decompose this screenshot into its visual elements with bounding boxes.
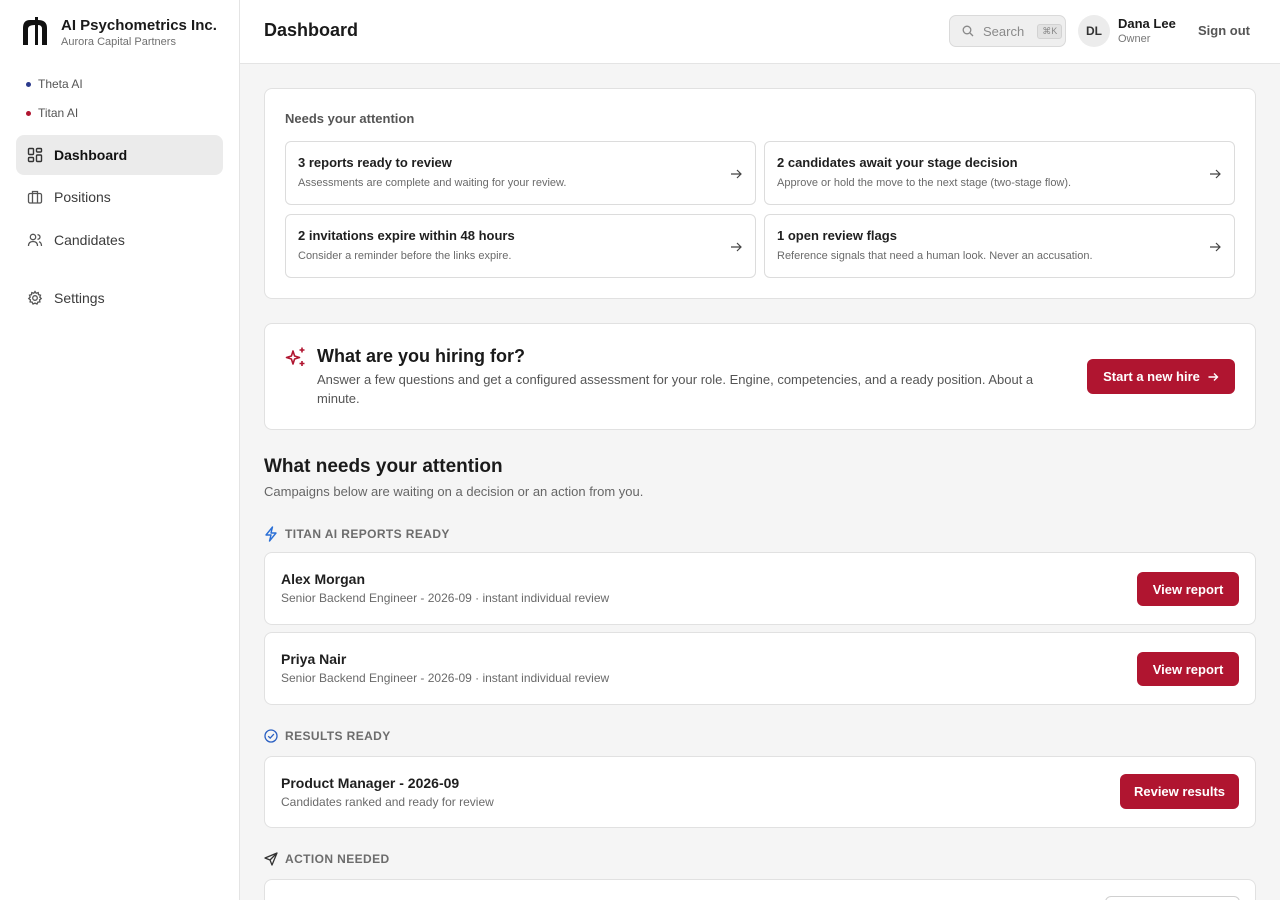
org-label: Theta AI — [38, 77, 83, 91]
candidate-meta: Senior Backend Engineer - 2026-09 · inst… — [281, 591, 610, 605]
group-header-titan-reports: TITAN AI REPORTS READY — [264, 526, 450, 542]
hire-title: What are you hiring for? — [317, 346, 526, 366]
tile-desc: Assessments are complete and waiting for… — [298, 177, 567, 189]
sidebar-item-label: Positions — [54, 189, 111, 205]
user-name: Dana Lee — [1118, 16, 1176, 31]
org-item-theta[interactable]: Theta AI — [26, 77, 83, 91]
brand-subtitle: Aurora Capital Partners — [61, 36, 176, 48]
sidebar-item-positions[interactable]: Positions — [16, 177, 223, 217]
lightning-icon — [265, 526, 277, 542]
check-circle-icon — [264, 729, 278, 743]
brand[interactable]: AI Psychometrics Inc. Aurora Capital Par… — [20, 16, 217, 48]
gear-icon — [27, 290, 43, 306]
tile-title: 3 reports ready to review — [298, 155, 452, 170]
arrow-right-icon — [731, 242, 742, 252]
position-meta: Candidates ranked and ready for review — [281, 795, 494, 809]
org-dot-icon — [26, 110, 31, 116]
hire-description: Answer a few questions and get a configu… — [317, 372, 1034, 406]
sidebar: AI Psychometrics Inc. Aurora Capital Par… — [0, 0, 240, 900]
attention-panel: Needs your attention 3 reports ready to … — [264, 88, 1256, 299]
candidate-name: Priya Nair — [281, 651, 347, 667]
group-header-action-needed: ACTION NEEDED — [264, 852, 390, 866]
dashboard-icon — [27, 147, 43, 163]
sidebar-item-candidates[interactable]: Candidates — [16, 220, 223, 260]
search-shortcut: ⌘K — [1037, 23, 1063, 39]
tile-desc: Approve or hold the move to the next sta… — [777, 177, 1072, 189]
attention-tile-reports[interactable]: 3 reports ready to review Assessments ar… — [285, 141, 756, 205]
brand-logo-icon — [23, 17, 47, 45]
sidebar-item-label: Settings — [54, 290, 105, 306]
search-input[interactable]: Search ⌘K — [949, 15, 1066, 47]
section-subtitle: Campaigns below are waiting on a decisio… — [264, 484, 644, 499]
sidebar-item-label: Dashboard — [54, 147, 128, 163]
users-icon — [27, 232, 43, 248]
attention-tile-invitations[interactable]: 2 invitations expire within 48 hours Con… — [285, 214, 756, 278]
attention-tile-stage-decision[interactable]: 2 candidates await your stage decision A… — [764, 141, 1235, 205]
start-new-hire-button[interactable]: Start a new hire — [1087, 359, 1235, 394]
arrow-right-icon — [731, 169, 742, 179]
tile-desc: Reference signals that need a human look… — [777, 250, 1093, 262]
sidebar-item-label: Candidates — [54, 232, 125, 248]
org-label: Titan AI — [38, 106, 79, 120]
list-item: Alex Morgan Senior Backend Engineer - 20… — [264, 552, 1256, 625]
top-header: Dashboard Search ⌘K DL Dana Lee Owner Si… — [240, 0, 1280, 64]
tile-title: 2 candidates await your stage decision — [777, 155, 1018, 170]
org-dot-icon — [26, 81, 31, 87]
view-report-button[interactable]: View report — [1137, 572, 1239, 606]
arrow-right-icon — [1208, 372, 1219, 381]
list-item — [264, 879, 1256, 900]
sign-out-button[interactable]: Sign out — [1198, 23, 1250, 38]
search-placeholder: Search — [983, 23, 1025, 39]
sidebar-item-dashboard[interactable]: Dashboard — [16, 135, 223, 175]
position-name: Product Manager - 2026-09 — [281, 775, 460, 791]
secondary-action-button[interactable] — [1105, 896, 1240, 900]
candidate-meta: Senior Backend Engineer - 2026-09 · inst… — [281, 671, 610, 685]
arrow-right-icon — [1210, 169, 1221, 179]
search-icon — [962, 25, 974, 37]
candidate-name: Alex Morgan — [281, 571, 366, 587]
attention-tile-review-flags[interactable]: 1 open review flags Reference signals th… — [764, 214, 1235, 278]
tile-desc: Consider a reminder before the links exp… — [298, 250, 512, 262]
attention-panel-label: Needs your attention — [285, 111, 415, 126]
tile-title: 1 open review flags — [777, 228, 897, 243]
group-label: ACTION NEEDED — [285, 852, 390, 866]
group-header-results-ready: RESULTS READY — [264, 729, 391, 743]
arrow-right-icon — [1210, 242, 1221, 252]
group-label: RESULTS READY — [285, 729, 391, 743]
group-label: TITAN AI REPORTS READY — [285, 527, 450, 541]
sparkles-icon — [285, 347, 305, 366]
button-label: Start a new hire — [1103, 369, 1200, 384]
list-item: Product Manager - 2026-09 Candidates ran… — [264, 756, 1256, 828]
tile-title: 2 invitations expire within 48 hours — [298, 228, 515, 243]
send-icon — [264, 852, 278, 866]
list-item: Priya Nair Senior Backend Engineer - 202… — [264, 632, 1256, 705]
review-results-button[interactable]: Review results — [1120, 774, 1239, 809]
brand-name: AI Psychometrics Inc. — [61, 17, 217, 34]
section-title: What needs your attention — [264, 456, 503, 477]
avatar[interactable]: DL — [1078, 15, 1110, 47]
page-title: Dashboard — [264, 20, 359, 40]
view-report-button[interactable]: View report — [1137, 652, 1239, 686]
sidebar-item-settings[interactable]: Settings — [16, 278, 223, 318]
hire-card: What are you hiring for? Answer a few qu… — [264, 323, 1256, 430]
briefcase-icon — [27, 189, 43, 205]
org-item-titan[interactable]: Titan AI — [26, 106, 78, 120]
user-role: Owner — [1118, 33, 1151, 45]
